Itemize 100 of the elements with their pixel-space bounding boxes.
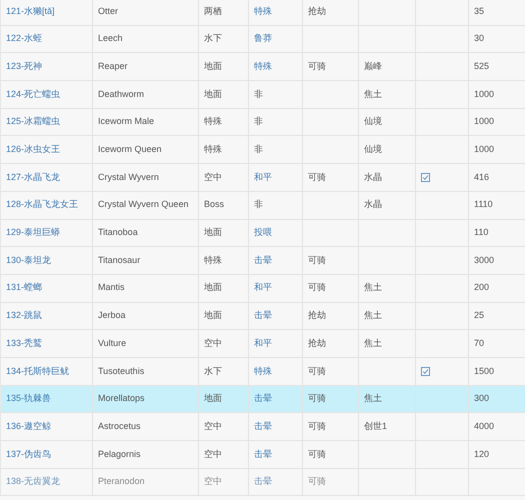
creature-link[interactable]: 131-螳螂 [6,282,42,292]
region-text: 焦土 [364,310,382,320]
tame-link[interactable]: 和平 [254,172,272,182]
value-text: 3000 [474,254,494,265]
terrain-text: 地面 [204,282,222,292]
english-name: Titanoboa [98,227,138,238]
tame-link[interactable]: 鲁莽 [254,33,272,44]
terrain-text: 水下 [204,33,222,44]
value-text: 110 [474,227,488,238]
ride-text: 可骑 [308,476,326,486]
ride-text: 可骑 [308,366,326,376]
ride-text: 抢劫 [308,338,326,348]
tame-link[interactable]: 和平 [254,338,272,348]
region-text: 仙境 [364,116,382,126]
english-name: Pelagornis [98,448,141,459]
value-text: 70 [474,338,484,348]
value-text: 1000 [474,88,494,99]
ride-text: 可骑 [308,60,326,71]
value-text: 416 [474,172,490,182]
terrain-text: 空中 [204,448,222,459]
english-name: Vulture [98,338,126,348]
value-text: 525 [474,60,490,71]
terrain-text: 地面 [204,60,222,71]
value-text: 1500 [474,366,494,376]
creature-link[interactable]: 122-水蛭 [6,33,42,44]
ride-text: 抢劫 [308,310,326,320]
terrain-text: 地面 [204,227,222,238]
value-text: 1000 [474,144,494,154]
value-text: 25 [474,310,484,320]
region-text: 仙境 [364,144,382,154]
value-text: 30 [474,33,484,44]
tame-text: 非 [254,199,263,210]
english-name: Pteranodon [98,476,145,486]
region-text: 焦土 [364,282,382,292]
region-text: 巅峰 [364,60,382,71]
value-text: 4000 [474,420,494,431]
creature-link[interactable]: 132-跳鼠 [6,310,42,320]
terrain-text: 水下 [204,366,222,376]
region-text: 焦土 [364,88,382,99]
tame-link[interactable]: 和平 [254,282,272,292]
value-text: 35 [474,6,484,16]
english-name: Leech [98,33,123,44]
creature-link[interactable]: 135-犰棘兽 [6,393,52,404]
creature-link[interactable]: 137-伪齿鸟 [6,448,52,459]
tame-link[interactable]: 特殊 [254,6,272,16]
terrain-text: 地面 [204,393,222,404]
english-name: Astrocetus [98,420,141,431]
terrain-text: 空中 [204,172,222,182]
terrain-text: 空中 [204,338,222,348]
english-name: Iceworm Queen [98,144,162,154]
value-text: 200 [474,282,490,292]
terrain-text: 特殊 [204,144,222,154]
english-name: Crystal Wyvern [98,172,159,182]
tame-link[interactable]: 特殊 [254,60,272,71]
terrain-text: 特殊 [204,254,222,265]
tame-link[interactable]: 击晕 [254,254,272,265]
tame-text: 非 [254,116,263,126]
english-name: Mantis [98,282,125,292]
tame-link[interactable]: 击晕 [254,448,272,459]
tame-link[interactable]: 投喂 [254,227,272,238]
tame-link[interactable]: 击晕 [254,476,272,486]
tame-link[interactable]: 击晕 [254,393,272,404]
ride-text: 抢劫 [308,6,326,16]
english-name: Reaper [98,60,128,71]
tame-text: 非 [254,88,263,99]
value-text: 1000 [474,116,494,126]
value-text: 120 [474,448,490,459]
creature-link[interactable]: 136-遨空鲸 [6,420,52,431]
english-name: Morellatops [98,393,145,404]
ride-text: 可骑 [308,420,326,431]
terrain-text: 地面 [204,88,222,99]
english-name: Otter [98,6,118,16]
creature-link[interactable]: 123-死神 [6,60,42,71]
tame-link[interactable]: 特殊 [254,366,272,376]
ride-text: 可骑 [308,448,326,459]
tame-link[interactable]: 击晕 [254,310,272,320]
creature-link[interactable]: 130-泰坦龙 [6,254,52,265]
tame-link[interactable]: 击晕 [254,420,272,431]
english-name: Iceworm Male [98,116,154,126]
region-text: 焦土 [364,393,382,404]
english-name: Crystal Wyvern Queen [98,199,188,210]
english-name: Jerboa [98,310,126,320]
region-text: 创世1 [364,420,388,431]
value-text: 300 [474,393,490,404]
terrain-text: 特殊 [204,116,222,126]
region-text: 焦土 [364,338,382,348]
region-text: 水晶 [364,199,382,210]
terrain-text: 两栖 [204,6,222,16]
ride-text: 可骑 [308,282,326,292]
terrain-text: 地面 [204,310,222,320]
ride-text: 可骑 [308,254,326,265]
english-name: Deathworm [98,88,144,99]
terrain-text: 空中 [204,476,222,486]
creature-link[interactable]: 133-秃鹫 [6,338,42,348]
region-text: 水晶 [364,172,382,182]
english-name: Titanosaur [98,254,140,265]
english-name: Tusoteuthis [98,366,144,376]
terrain-text: 空中 [204,420,222,431]
value-text: 1110 [474,199,493,210]
tame-text: 非 [254,144,263,154]
